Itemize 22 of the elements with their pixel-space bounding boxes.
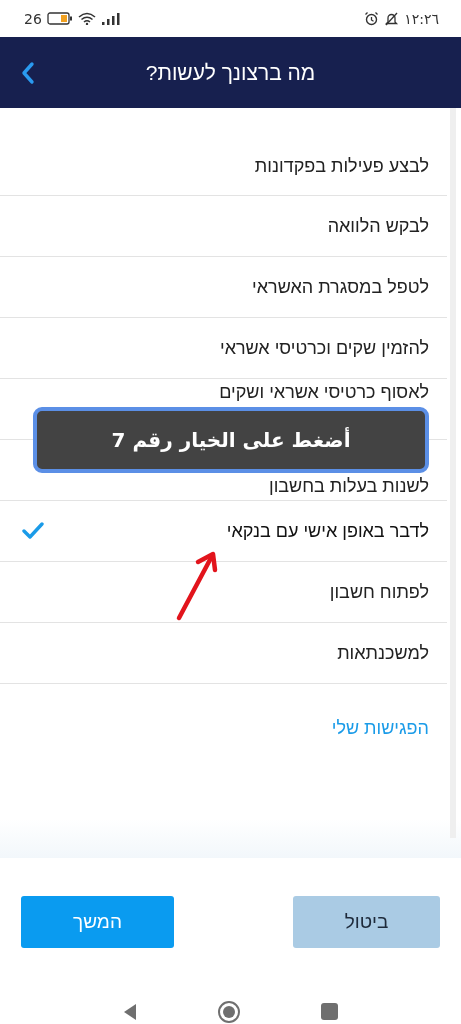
instruction-tooltip: أضغط على الخيار رقم 7 <box>33 407 429 474</box>
recents-nav-icon[interactable] <box>321 1003 338 1021</box>
option-row[interactable]: לפתוח חשבון <box>0 562 447 624</box>
back-nav-icon[interactable] <box>123 1003 137 1021</box>
battery-icon <box>46 12 73 26</box>
signal-icon <box>100 12 121 25</box>
clock-text: ١٢:٢٦ <box>404 10 439 27</box>
back-icon[interactable] <box>21 61 35 86</box>
option-row[interactable]: לטפל במסגרת האשראי <box>0 257 447 319</box>
bell-muted-icon <box>384 11 400 27</box>
option-row[interactable]: להזמין שקים וכרטיסי אשראי <box>0 318 447 380</box>
option-row[interactable]: לבצע פעילות בפקדונות <box>0 138 447 197</box>
wifi-icon <box>77 12 96 26</box>
checkmark-icon <box>22 522 44 541</box>
home-nav-icon[interactable] <box>217 1000 241 1024</box>
alarm-icon <box>364 11 380 27</box>
cancel-button[interactable]: ביטול <box>293 896 440 948</box>
option-row[interactable]: למשכנתאות <box>0 623 447 685</box>
page-title: מה ברצונך לעשות? <box>145 60 316 85</box>
option-row[interactable]: לבקש הלוואה <box>0 196 447 258</box>
option-row[interactable]: לדבר באופן אישי עם בנקאי <box>0 501 447 563</box>
temperature-text: 26 <box>24 10 42 27</box>
